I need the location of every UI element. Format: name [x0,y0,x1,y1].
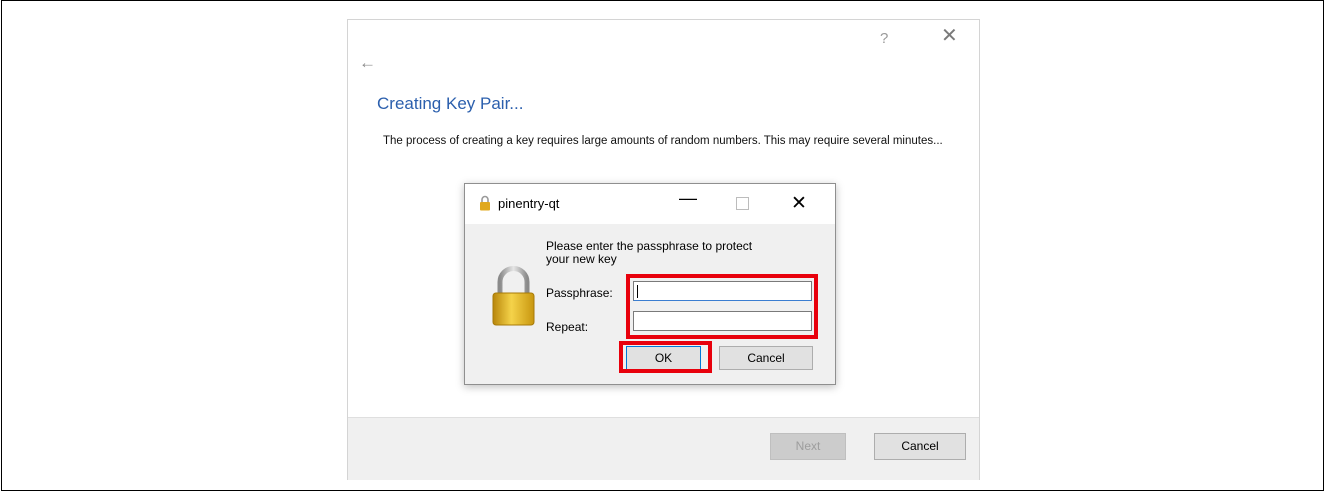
help-icon[interactable]: ? [880,30,888,47]
wizard-footer: Next Cancel [348,417,979,480]
page-title: Creating Key Pair... [377,94,524,113]
dialog-title: pinentry-qt [498,196,560,211]
minimize-icon[interactable]: — [679,188,697,209]
maximize-icon[interactable] [736,197,749,210]
padlock-icon [492,266,535,326]
dialog-cancel-button[interactable]: Cancel [719,346,813,370]
dialog-close-icon[interactable]: ✕ [791,192,807,215]
back-arrow-icon[interactable]: ← [359,53,376,73]
wizard-description: The process of creating a key requires l… [383,135,943,147]
dialog-titlebar: pinentry-qt — ✕ [465,184,835,224]
dialog-message: Please enter the passphrase to protect y… [546,239,753,266]
repeat-label: Repeat: [546,320,589,334]
close-icon[interactable]: ✕ [941,26,958,46]
passphrase-label: Passphrase: [546,286,613,300]
ok-button-highlight [619,341,712,373]
next-button[interactable]: Next [770,433,846,460]
passphrase-fields-highlight [626,274,818,339]
wizard-cancel-button[interactable]: Cancel [874,433,966,460]
lock-icon [480,195,490,211]
